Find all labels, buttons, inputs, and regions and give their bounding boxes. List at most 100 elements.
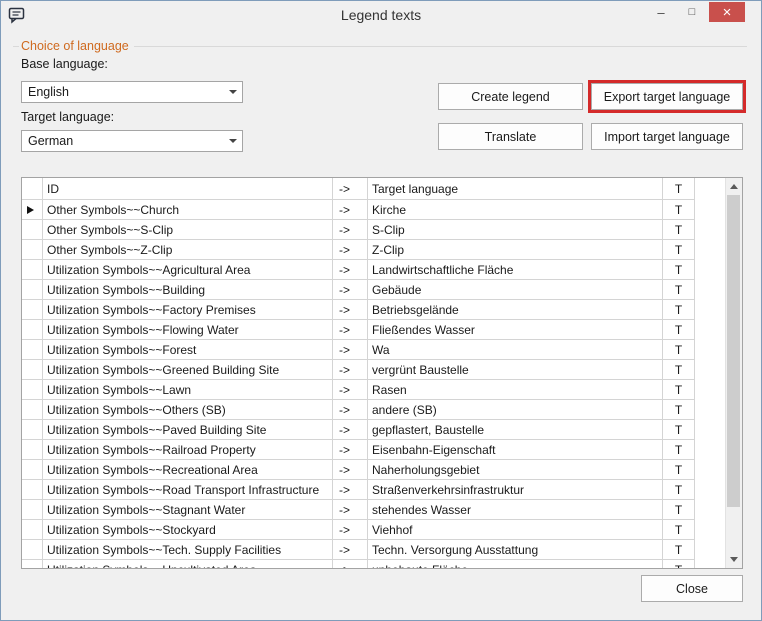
row-selector-cell[interactable] <box>22 280 43 300</box>
row-t-cell[interactable]: T <box>663 440 695 460</box>
row-selector-cell[interactable] <box>22 380 43 400</box>
translate-button[interactable]: Translate <box>438 123 583 150</box>
row-target-language-cell[interactable]: Betriebsgelände <box>368 300 663 320</box>
table-row[interactable]: Utilization Symbols~~Recreational Area -… <box>22 460 725 480</box>
row-id-cell[interactable]: Utilization Symbols~~Greened Building Si… <box>43 360 333 380</box>
table-row[interactable]: Other Symbols~~Church -> Kirche T <box>22 200 725 220</box>
scroll-up-arrow-icon[interactable] <box>726 178 742 195</box>
table-row[interactable]: Utilization Symbols~~Tech. Supply Facili… <box>22 540 725 560</box>
row-selector-cell[interactable] <box>22 260 43 280</box>
row-target-language-cell[interactable]: Rasen <box>368 380 663 400</box>
row-arrow-cell[interactable]: -> <box>333 520 368 540</box>
table-vertical-scrollbar[interactable] <box>725 178 742 568</box>
row-selector-cell[interactable] <box>22 540 43 560</box>
row-selector-cell[interactable] <box>22 440 43 460</box>
row-id-cell[interactable]: Utilization Symbols~~Tech. Supply Facili… <box>43 540 333 560</box>
table-row[interactable]: Utilization Symbols~~Greened Building Si… <box>22 360 725 380</box>
row-arrow-cell[interactable]: -> <box>333 360 368 380</box>
row-arrow-cell[interactable]: -> <box>333 500 368 520</box>
row-t-cell[interactable]: T <box>663 240 695 260</box>
header-id[interactable]: ID <box>43 178 333 200</box>
table-row[interactable]: Other Symbols~~S-Clip -> S-Clip T <box>22 220 725 240</box>
table-row[interactable]: Utilization Symbols~~Building -> Gebäude… <box>22 280 725 300</box>
row-selector-cell[interactable] <box>22 220 43 240</box>
row-selector-cell[interactable] <box>22 500 43 520</box>
row-t-cell[interactable]: T <box>663 480 695 500</box>
row-t-cell[interactable]: T <box>663 320 695 340</box>
row-target-language-cell[interactable]: Z-Clip <box>368 240 663 260</box>
row-target-language-cell[interactable]: Techn. Versorgung Ausstattung <box>368 540 663 560</box>
row-t-cell[interactable]: T <box>663 460 695 480</box>
row-selector-cell[interactable] <box>22 400 43 420</box>
row-id-cell[interactable]: Utilization Symbols~~Stockyard <box>43 520 333 540</box>
row-t-cell[interactable]: T <box>663 340 695 360</box>
row-selector-cell[interactable] <box>22 360 43 380</box>
table-row[interactable]: Utilization Symbols~~Railroad Property -… <box>22 440 725 460</box>
row-t-cell[interactable]: T <box>663 560 695 568</box>
row-arrow-cell[interactable]: -> <box>333 400 368 420</box>
row-selector-cell[interactable] <box>22 520 43 540</box>
row-arrow-cell[interactable]: -> <box>333 480 368 500</box>
row-arrow-cell[interactable]: -> <box>333 320 368 340</box>
row-id-cell[interactable]: Utilization Symbols~~Railroad Property <box>43 440 333 460</box>
row-target-language-cell[interactable]: Naherholungsgebiet <box>368 460 663 480</box>
table-row[interactable]: Utilization Symbols~~Paved Building Site… <box>22 420 725 440</box>
row-id-cell[interactable]: Utilization Symbols~~Others (SB) <box>43 400 333 420</box>
row-t-cell[interactable]: T <box>663 360 695 380</box>
header-t[interactable]: T <box>663 178 695 200</box>
row-id-cell[interactable]: Utilization Symbols~~Paved Building Site <box>43 420 333 440</box>
row-t-cell[interactable]: T <box>663 300 695 320</box>
row-target-language-cell[interactable]: unbebaute Fläche <box>368 560 663 568</box>
row-id-cell[interactable]: Utilization Symbols~~Agricultural Area <box>43 260 333 280</box>
row-selector-cell[interactable] <box>22 300 43 320</box>
row-t-cell[interactable]: T <box>663 500 695 520</box>
row-target-language-cell[interactable]: S-Clip <box>368 220 663 240</box>
chevron-down-icon[interactable] <box>224 82 242 102</box>
export-target-language-button[interactable]: Export target language <box>591 83 743 110</box>
row-t-cell[interactable]: T <box>663 380 695 400</box>
row-selector-cell[interactable] <box>22 320 43 340</box>
row-t-cell[interactable]: T <box>663 260 695 280</box>
row-id-cell[interactable]: Utilization Symbols~~Uncultivated Area <box>43 560 333 568</box>
row-selector-cell[interactable] <box>22 340 43 360</box>
table-row[interactable]: Utilization Symbols~~Factory Premises ->… <box>22 300 725 320</box>
row-arrow-cell[interactable]: -> <box>333 260 368 280</box>
row-arrow-cell[interactable]: -> <box>333 220 368 240</box>
row-id-cell[interactable]: Utilization Symbols~~Flowing Water <box>43 320 333 340</box>
row-target-language-cell[interactable]: Straßenverkehrsinfrastruktur <box>368 480 663 500</box>
table-row[interactable]: Utilization Symbols~~Stagnant Water -> s… <box>22 500 725 520</box>
table-row[interactable]: Utilization Symbols~~Agricultural Area -… <box>22 260 725 280</box>
close-button[interactable]: Close <box>641 575 743 602</box>
row-target-language-cell[interactable]: andere (SB) <box>368 400 663 420</box>
scrollbar-thumb[interactable] <box>727 195 740 507</box>
row-arrow-cell[interactable]: -> <box>333 560 368 568</box>
row-id-cell[interactable]: Utilization Symbols~~Lawn <box>43 380 333 400</box>
row-selector-cell[interactable] <box>22 420 43 440</box>
create-legend-button[interactable]: Create legend <box>438 83 583 110</box>
target-language-select[interactable]: German <box>21 130 243 152</box>
header-target-language[interactable]: Target language <box>368 178 663 200</box>
row-arrow-cell[interactable]: -> <box>333 460 368 480</box>
row-selector-cell[interactable] <box>22 240 43 260</box>
table-row[interactable]: Utilization Symbols~~Lawn -> Rasen T <box>22 380 725 400</box>
row-arrow-cell[interactable]: -> <box>333 200 368 220</box>
row-selector-cell[interactable] <box>22 200 43 220</box>
row-arrow-cell[interactable]: -> <box>333 340 368 360</box>
row-target-language-cell[interactable]: Viehhof <box>368 520 663 540</box>
row-id-cell[interactable]: Other Symbols~~Church <box>43 200 333 220</box>
row-target-language-cell[interactable]: Kirche <box>368 200 663 220</box>
row-target-language-cell[interactable]: stehendes Wasser <box>368 500 663 520</box>
row-id-cell[interactable]: Other Symbols~~S-Clip <box>43 220 333 240</box>
row-target-language-cell[interactable]: Fließendes Wasser <box>368 320 663 340</box>
row-id-cell[interactable]: Utilization Symbols~~Forest <box>43 340 333 360</box>
row-t-cell[interactable]: T <box>663 520 695 540</box>
row-arrow-cell[interactable]: -> <box>333 280 368 300</box>
row-t-cell[interactable]: T <box>663 540 695 560</box>
row-selector-cell[interactable] <box>22 480 43 500</box>
row-arrow-cell[interactable]: -> <box>333 300 368 320</box>
table-row[interactable]: Utilization Symbols~~Road Transport Infr… <box>22 480 725 500</box>
table-row[interactable]: Utilization Symbols~~Flowing Water -> Fl… <box>22 320 725 340</box>
scroll-down-arrow-icon[interactable] <box>726 551 742 568</box>
row-id-cell[interactable]: Utilization Symbols~~Stagnant Water <box>43 500 333 520</box>
header-arrow[interactable]: -> <box>333 178 368 200</box>
